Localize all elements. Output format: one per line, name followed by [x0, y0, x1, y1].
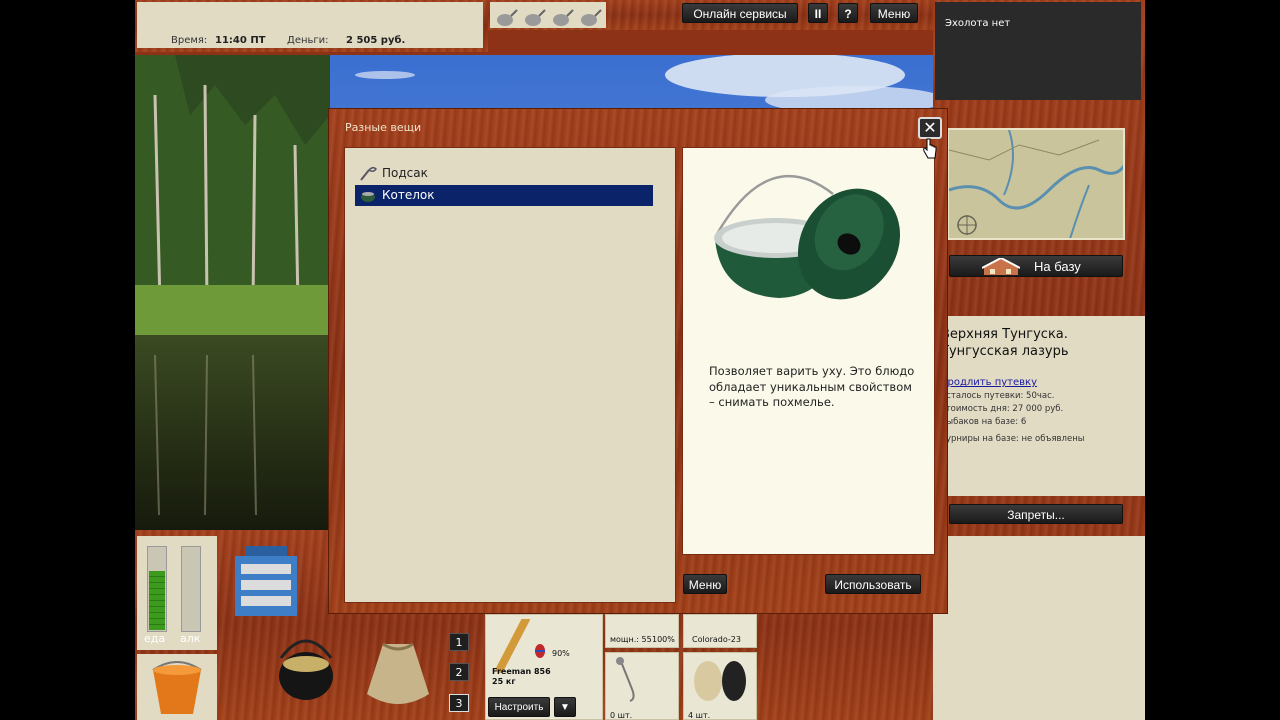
sack-icon[interactable]	[363, 634, 433, 710]
online-services-button[interactable]: Онлайн сервисы	[682, 3, 798, 23]
help-button[interactable]: ?	[838, 3, 858, 23]
bucket-panel	[137, 654, 217, 720]
tackle-box-icon[interactable]	[231, 542, 301, 620]
to-base-label: На базу	[1034, 259, 1081, 274]
top-toolbar: Онлайн сервисы II ? Меню	[488, 0, 933, 30]
float-icon	[535, 644, 545, 658]
hook-icon	[616, 657, 635, 702]
game-window: Время: 11:40 ПТ Деньги: 2 505 руб. Онлай…	[135, 0, 1145, 720]
reel-slot[interactable]: мощн.: 55 100%	[605, 614, 679, 648]
rod-handle-icon	[496, 619, 530, 673]
list-item-label: Котелок	[382, 188, 435, 202]
status-panel-inner: Время: 11:40 ПТ Деньги: 2 505 руб.	[137, 2, 483, 48]
rod-weight: 25 кг	[492, 677, 516, 686]
use-button[interactable]: Использовать	[825, 574, 921, 594]
line-slot[interactable]: Colorado-23	[683, 614, 757, 648]
bait-slot[interactable]: 4 шт.	[683, 652, 757, 720]
reel-percent: 100%	[652, 635, 675, 644]
location-title-1: Верхняя Тунгуска.	[941, 327, 1068, 342]
items-list: Подсак Котелок	[344, 147, 676, 603]
misc-items-dialog: Разные вещи ✕ Подсак Котелок Позволяет в…	[328, 108, 948, 614]
trip-left: осталось путевки: 50час.	[941, 391, 1055, 401]
location-info: Верхняя Тунгуска. Тунгусская лазурь прод…	[933, 316, 1145, 496]
house-icon	[982, 258, 1020, 275]
extend-trip-link[interactable]: продлить путевку	[941, 376, 1137, 390]
fish-slot-icon-3[interactable]	[550, 6, 574, 28]
bait-count: 4 шт.	[688, 711, 711, 720]
right-bottom-panel	[933, 536, 1145, 720]
fish-slot-icon-1[interactable]	[494, 6, 518, 28]
food-bar	[147, 546, 167, 632]
rod-slot[interactable]: 90% Freeman 856 25 кг Настроить ▼	[485, 614, 603, 720]
fishers-count: рыбаков на базе: 6	[941, 417, 1027, 427]
time-value: 11:40 ПТ	[215, 35, 266, 46]
slot-button-3[interactable]: 3	[449, 694, 469, 712]
cauldron-icon[interactable]	[275, 628, 337, 708]
time-label: Время:	[171, 35, 208, 46]
reel-power: мощн.: 55	[610, 635, 652, 644]
day-cost: стоимость дня: 27 000 руб.	[941, 404, 1064, 414]
hand-cursor-icon	[923, 138, 937, 159]
right-column: Эхолота нет На базу Верхняя Тунгуска. Ту…	[933, 0, 1145, 720]
hook-slot[interactable]: 0 шт.	[605, 652, 679, 720]
dialog-title: Разные вещи	[345, 121, 422, 134]
rod-percent: 90%	[552, 649, 570, 658]
hook-count: 0 шт.	[610, 711, 633, 720]
rod-name: Freeman 856	[492, 667, 551, 676]
bait-icon	[694, 661, 746, 701]
close-button[interactable]: ✕	[918, 117, 942, 139]
sonar-panel: Эхолота нет	[935, 2, 1141, 100]
setup-dropdown[interactable]: ▼	[554, 697, 576, 717]
to-base-button[interactable]: На базу	[949, 255, 1123, 277]
list-item-landing-net[interactable]: Подсак	[355, 163, 653, 184]
alco-label: алк	[180, 632, 201, 645]
status-panel: Время: 11:40 ПТ Деньги: 2 505 руб.	[135, 0, 488, 52]
line-name: Colorado-23	[692, 635, 741, 644]
menu-button[interactable]: Меню	[870, 3, 918, 23]
setup-button[interactable]: Настроить	[488, 697, 550, 717]
fish-slot-icon-4[interactable]	[578, 6, 602, 28]
slot-button-1[interactable]: 1	[449, 633, 469, 651]
cauldron-image	[714, 174, 901, 300]
money-value: 2 505 руб.	[346, 35, 406, 46]
tournaments-status: турниры на базе: не объявлены	[941, 434, 1085, 444]
needs-panel: еда алк	[137, 536, 217, 650]
map-image	[949, 130, 1123, 238]
sonar-status: Эхолота нет	[945, 18, 1011, 29]
food-bar-fill	[149, 571, 165, 630]
bans-button[interactable]: Запреты...	[949, 504, 1123, 524]
landing-net-icon	[360, 166, 377, 181]
list-item-cauldron[interactable]: Котелок	[355, 185, 653, 206]
fish-slot-icon-2[interactable]	[522, 6, 546, 28]
money-label: Деньги:	[287, 35, 329, 46]
bucket-icon[interactable]	[147, 658, 207, 718]
dialog-menu-button[interactable]: Меню	[683, 574, 727, 594]
item-description: Позволяет варить уху. Это блюдо обладает…	[709, 364, 915, 409]
location-title-2: Тунгусская лазурь	[941, 344, 1069, 359]
alco-bar	[181, 546, 201, 632]
list-item-label: Подсак	[382, 166, 428, 180]
item-details: Позволяет варить уху. Это блюдо обладает…	[682, 147, 935, 555]
cauldron-small-icon	[361, 192, 375, 202]
pause-button[interactable]: II	[808, 3, 828, 23]
map-thumbnail[interactable]	[947, 128, 1125, 240]
fish-slots	[490, 2, 606, 28]
food-label: еда	[144, 632, 166, 645]
slot-button-2[interactable]: 2	[449, 663, 469, 681]
close-icon: ✕	[923, 118, 937, 137]
